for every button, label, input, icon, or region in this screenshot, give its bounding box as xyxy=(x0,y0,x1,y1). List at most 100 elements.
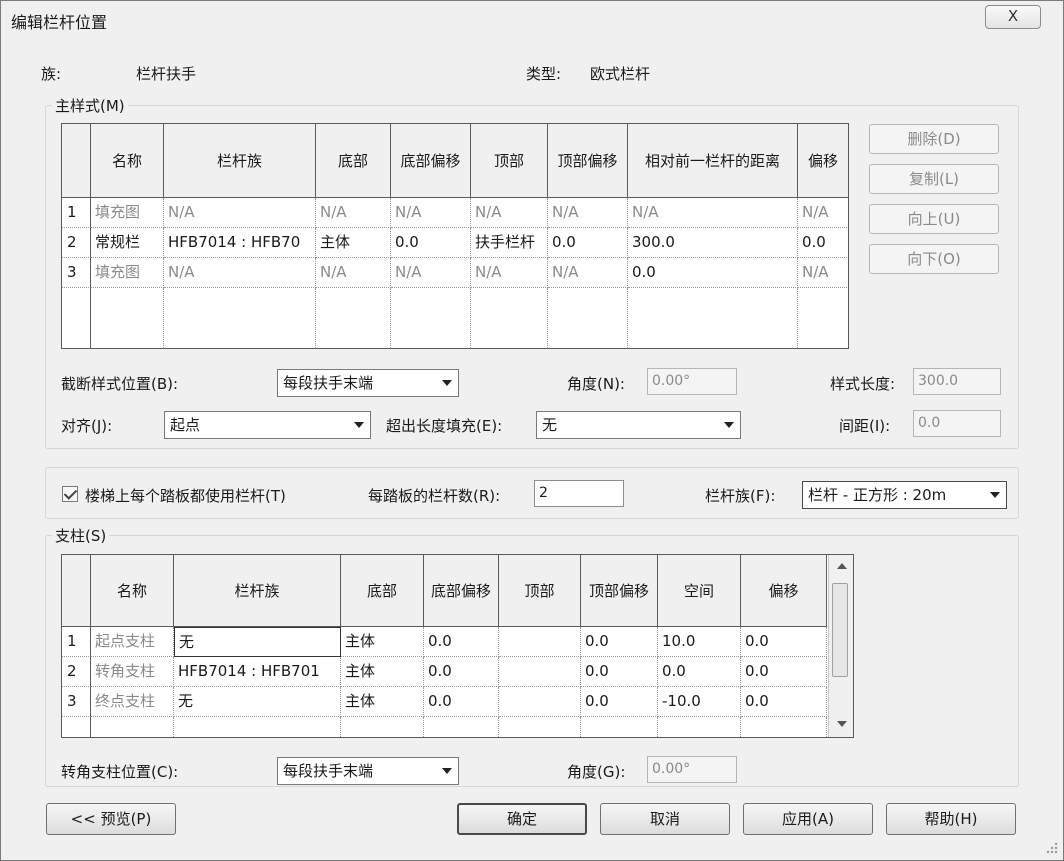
cell-top[interactable] xyxy=(499,627,581,657)
cell-offset[interactable]: 0.0 xyxy=(741,657,827,687)
cell-offset[interactable]: 0.0 xyxy=(798,228,848,258)
col-header-baluster-family[interactable]: 栏杆族 xyxy=(174,555,341,627)
pattern-length-field[interactable]: 300.0 xyxy=(913,368,1001,395)
cell-top-offset[interactable]: 0.0 xyxy=(581,657,658,687)
cell-offset[interactable]: N/A xyxy=(798,198,848,228)
col-header-top[interactable]: 顶部 xyxy=(471,124,548,198)
cell-empty[interactable] xyxy=(174,717,341,737)
cell-base-offset[interactable]: N/A xyxy=(391,258,471,288)
cell-empty[interactable] xyxy=(628,288,798,348)
cell-baluster-family[interactable]: 无 xyxy=(174,627,341,657)
ok-button[interactable]: 确定 xyxy=(457,803,587,835)
resize-grip-icon[interactable] xyxy=(1043,839,1059,855)
cell-top[interactable]: N/A xyxy=(471,198,548,228)
excess-fill-dropdown[interactable]: 无 xyxy=(536,411,741,439)
col-header-name[interactable]: 名称 xyxy=(91,124,164,198)
cell-top-offset[interactable]: 0.0 xyxy=(548,228,628,258)
row-number[interactable] xyxy=(62,717,91,737)
cell-name[interactable]: 起点支柱 xyxy=(91,627,174,657)
cell-space[interactable]: 10.0 xyxy=(658,627,741,657)
cell-base-offset[interactable]: 0.0 xyxy=(391,228,471,258)
row-number[interactable] xyxy=(62,288,91,348)
cell-base-offset[interactable]: 0.0 xyxy=(424,657,499,687)
cell-base[interactable]: 主体 xyxy=(341,657,424,687)
align-dropdown[interactable]: 起点 xyxy=(164,411,371,439)
posts-grid[interactable]: 名称 栏杆族 底部 底部偏移 顶部 顶部偏移 空间 偏移 1 起点支柱 无 主体… xyxy=(61,554,854,738)
cell-empty[interactable] xyxy=(91,288,164,348)
close-button[interactable]: X xyxy=(985,5,1041,29)
col-header-base[interactable]: 底部 xyxy=(316,124,391,198)
cell-base-offset[interactable]: 0.0 xyxy=(424,687,499,717)
main-pattern-grid[interactable]: 名称 栏杆族 底部 底部偏移 顶部 顶部偏移 相对前一栏杆的距离 偏移 1 填充… xyxy=(61,123,849,349)
cell-top[interactable] xyxy=(499,687,581,717)
cell-offset[interactable]: 0.0 xyxy=(741,687,827,717)
delete-button[interactable]: 删除(D) xyxy=(869,124,999,154)
cell-distance[interactable]: 300.0 xyxy=(628,228,798,258)
cell-space[interactable]: 0.0 xyxy=(658,657,741,687)
cell-baluster-family[interactable]: 无 xyxy=(174,687,341,717)
break-pattern-dropdown[interactable]: 每段扶手末端 xyxy=(277,369,459,397)
cell-space[interactable]: -10.0 xyxy=(658,687,741,717)
cell-top[interactable] xyxy=(499,657,581,687)
preview-button[interactable]: << 预览(P) xyxy=(46,803,176,835)
row-number[interactable]: 1 xyxy=(62,627,91,657)
col-header-offset[interactable]: 偏移 xyxy=(798,124,848,198)
col-header-top[interactable]: 顶部 xyxy=(499,555,581,627)
col-header-base-offset[interactable]: 底部偏移 xyxy=(391,124,471,198)
cell-name[interactable]: 填充图 xyxy=(91,258,164,288)
cell-base-offset[interactable]: N/A xyxy=(391,198,471,228)
cell-name[interactable]: 转角支柱 xyxy=(91,657,174,687)
scroll-up-icon[interactable] xyxy=(837,563,847,569)
row-number[interactable]: 1 xyxy=(62,198,91,228)
angle-field[interactable]: 0.00° xyxy=(647,368,737,395)
row-number[interactable]: 3 xyxy=(62,258,91,288)
cell-baluster-family[interactable]: N/A xyxy=(164,198,316,228)
copy-button[interactable]: 复制(L) xyxy=(869,164,999,194)
col-header-distance[interactable]: 相对前一栏杆的距离 xyxy=(628,124,798,198)
cell-base[interactable]: 主体 xyxy=(341,627,424,657)
cell-offset[interactable]: N/A xyxy=(798,258,848,288)
cell-baluster-family[interactable]: N/A xyxy=(164,258,316,288)
cell-base[interactable]: 主体 xyxy=(316,228,391,258)
baluster-family-dropdown[interactable]: 栏杆 - 正方形 : 20m xyxy=(802,481,1007,509)
cell-empty[interactable] xyxy=(548,288,628,348)
col-header-offset[interactable]: 偏移 xyxy=(741,555,827,627)
posts-scrollbar[interactable] xyxy=(828,555,853,737)
cell-empty[interactable] xyxy=(164,288,316,348)
cell-base[interactable]: N/A xyxy=(316,258,391,288)
cell-distance[interactable]: N/A xyxy=(628,198,798,228)
cell-top-offset[interactable]: 0.0 xyxy=(581,627,658,657)
post-angle-field[interactable]: 0.00° xyxy=(647,756,737,783)
cell-top[interactable]: N/A xyxy=(471,258,548,288)
help-button[interactable]: 帮助(H) xyxy=(886,803,1016,835)
scroll-down-icon[interactable] xyxy=(837,721,847,727)
use-baluster-per-tread-checkbox[interactable] xyxy=(62,486,78,502)
cell-empty[interactable] xyxy=(798,288,848,348)
balusters-per-tread-input[interactable]: 2 xyxy=(534,480,624,507)
cell-distance[interactable]: 0.0 xyxy=(628,258,798,288)
row-number[interactable]: 3 xyxy=(62,687,91,717)
cell-baluster-family[interactable]: HFB7014 : HFB70 xyxy=(164,228,316,258)
move-down-button[interactable]: 向下(O) xyxy=(869,244,999,274)
cell-base[interactable]: N/A xyxy=(316,198,391,228)
col-header-base[interactable]: 底部 xyxy=(341,555,424,627)
cell-empty[interactable] xyxy=(499,717,581,737)
cell-empty[interactable] xyxy=(471,288,548,348)
row-number[interactable]: 2 xyxy=(62,228,91,258)
cell-empty[interactable] xyxy=(741,717,827,737)
use-baluster-per-tread-label[interactable]: 楼梯上每个踏板都使用栏杆(T) xyxy=(85,485,286,506)
cell-empty[interactable] xyxy=(91,717,174,737)
cell-name[interactable]: 终点支柱 xyxy=(91,687,174,717)
col-header-baluster-family[interactable]: 栏杆族 xyxy=(164,124,316,198)
cell-top-offset[interactable]: N/A xyxy=(548,198,628,228)
cell-empty[interactable] xyxy=(658,717,741,737)
cell-baluster-family[interactable]: HFB7014 : HFB701 xyxy=(174,657,341,687)
cell-empty[interactable] xyxy=(424,717,499,737)
cell-base-offset[interactable]: 0.0 xyxy=(424,627,499,657)
move-up-button[interactable]: 向上(U) xyxy=(869,204,999,234)
scrollbar-thumb[interactable] xyxy=(832,583,848,677)
spacing-field[interactable]: 0.0 xyxy=(913,410,1001,437)
cell-top[interactable]: 扶手栏杆 xyxy=(471,228,548,258)
row-number[interactable]: 2 xyxy=(62,657,91,687)
cell-empty[interactable] xyxy=(391,288,471,348)
